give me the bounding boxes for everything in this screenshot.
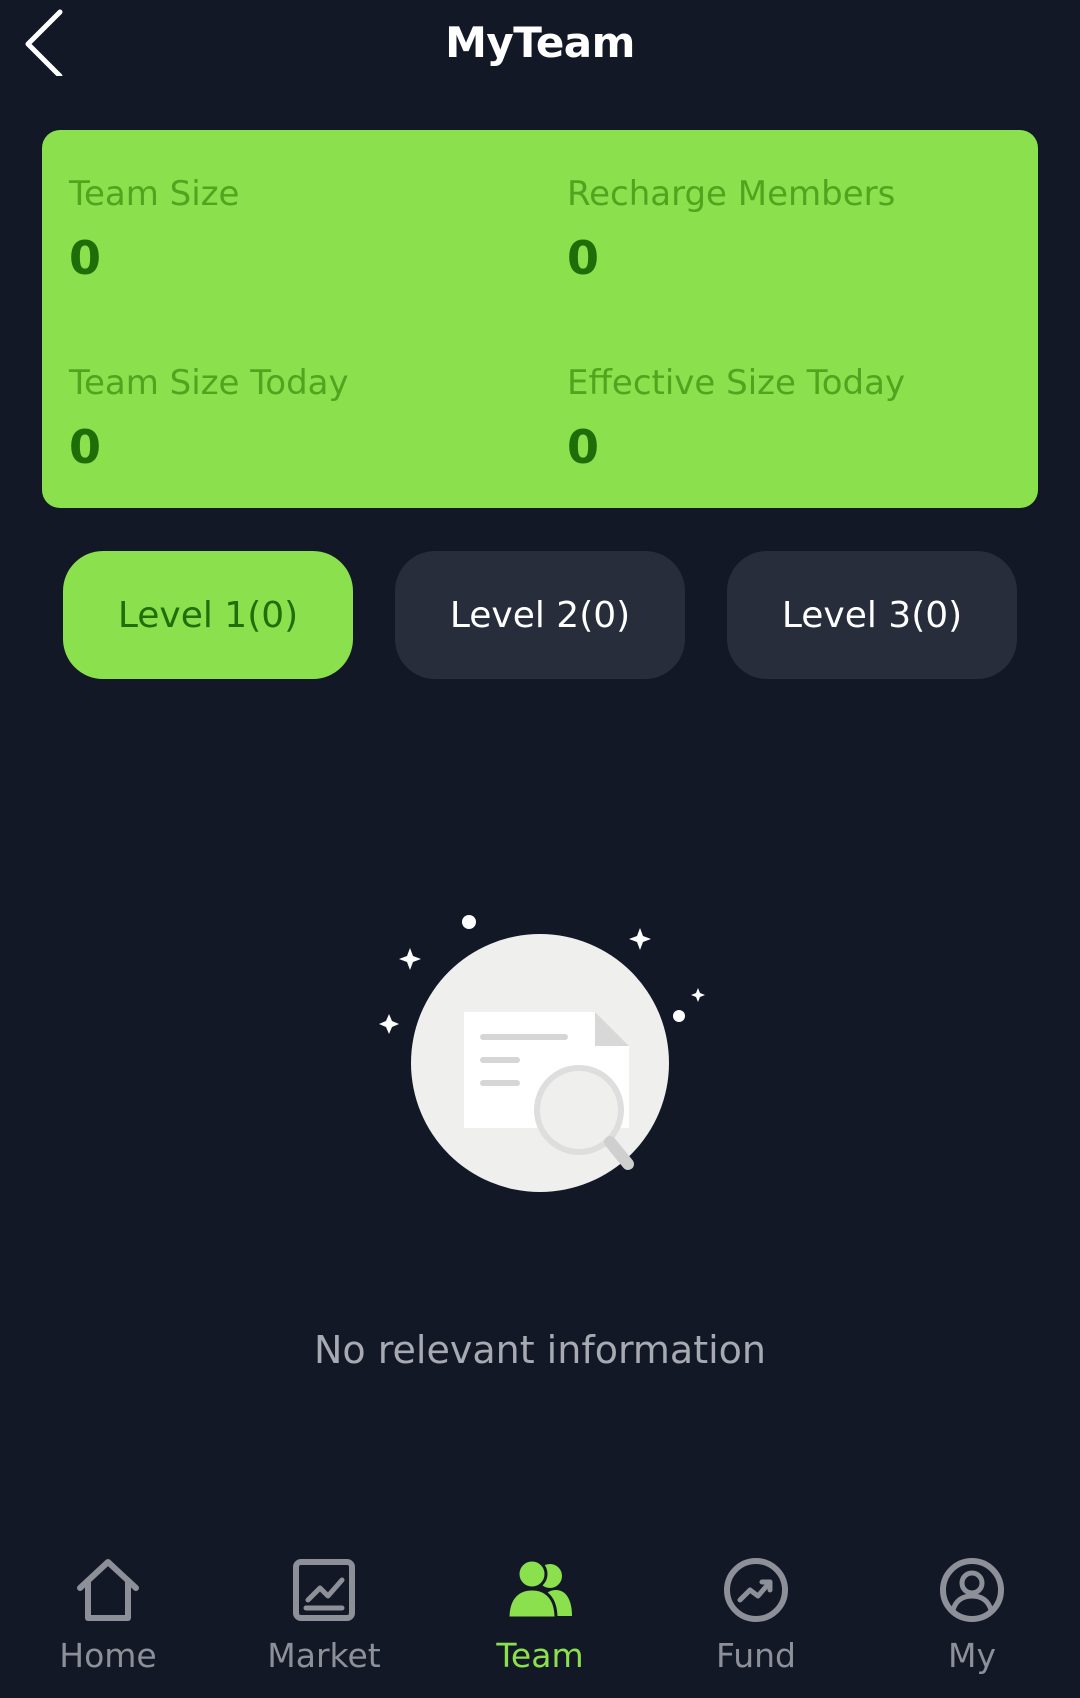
empty-document-search-icon — [379, 915, 705, 1192]
tab-label: Market — [267, 1636, 381, 1675]
level-2-tab[interactable]: Level 2(0) — [395, 551, 685, 679]
tab-my[interactable]: My — [864, 1540, 1080, 1698]
level-3-tab[interactable]: Level 3(0) — [727, 551, 1017, 679]
market-chart-icon — [293, 1559, 355, 1621]
team-stats-card: Team Size 0 Recharge Members 0 Team Size… — [42, 130, 1038, 508]
empty-state-text: No relevant information — [313, 1328, 766, 1372]
stat-recharge-members: Recharge Members 0 — [567, 174, 1017, 288]
tab-label: Fund — [716, 1636, 796, 1675]
stat-effective-size-today: Effective Size Today 0 — [567, 363, 1017, 477]
stat-label: Team Size — [69, 174, 240, 214]
page-title: MyTeam — [445, 18, 635, 67]
tab-label: My — [947, 1636, 996, 1675]
bottom-tab-bar: Home Market Team Fund My — [0, 1540, 1080, 1698]
stat-value: 0 — [69, 420, 102, 474]
stat-label: Effective Size Today — [567, 363, 906, 403]
stat-value: 0 — [69, 231, 102, 285]
stat-team-size-today: Team Size Today 0 — [69, 363, 519, 477]
tab-team[interactable]: Team — [432, 1540, 648, 1698]
stat-value: 0 — [567, 420, 600, 474]
tab-home[interactable]: Home — [0, 1540, 216, 1698]
tab-market[interactable]: Market — [216, 1540, 432, 1698]
tab-label: Home — [59, 1636, 157, 1675]
home-icon — [77, 1559, 139, 1621]
tab-label: Team — [496, 1636, 584, 1675]
stat-label: Recharge Members — [567, 174, 896, 214]
stat-value: 0 — [567, 231, 600, 285]
my-team-page: MyTeam Team Size 0 Recharge Members 0 Te… — [0, 0, 1080, 1698]
user-profile-icon — [940, 1558, 1004, 1622]
stat-team-size: Team Size 0 — [69, 174, 519, 288]
stat-label: Team Size Today — [69, 363, 349, 403]
team-icon — [506, 1558, 572, 1620]
fund-trend-icon — [724, 1558, 788, 1622]
level-1-tab[interactable]: Level 1(0) — [63, 551, 353, 679]
tab-fund[interactable]: Fund — [648, 1540, 864, 1698]
empty-state-illustration — [370, 900, 710, 1200]
header: MyTeam — [0, 0, 1080, 100]
